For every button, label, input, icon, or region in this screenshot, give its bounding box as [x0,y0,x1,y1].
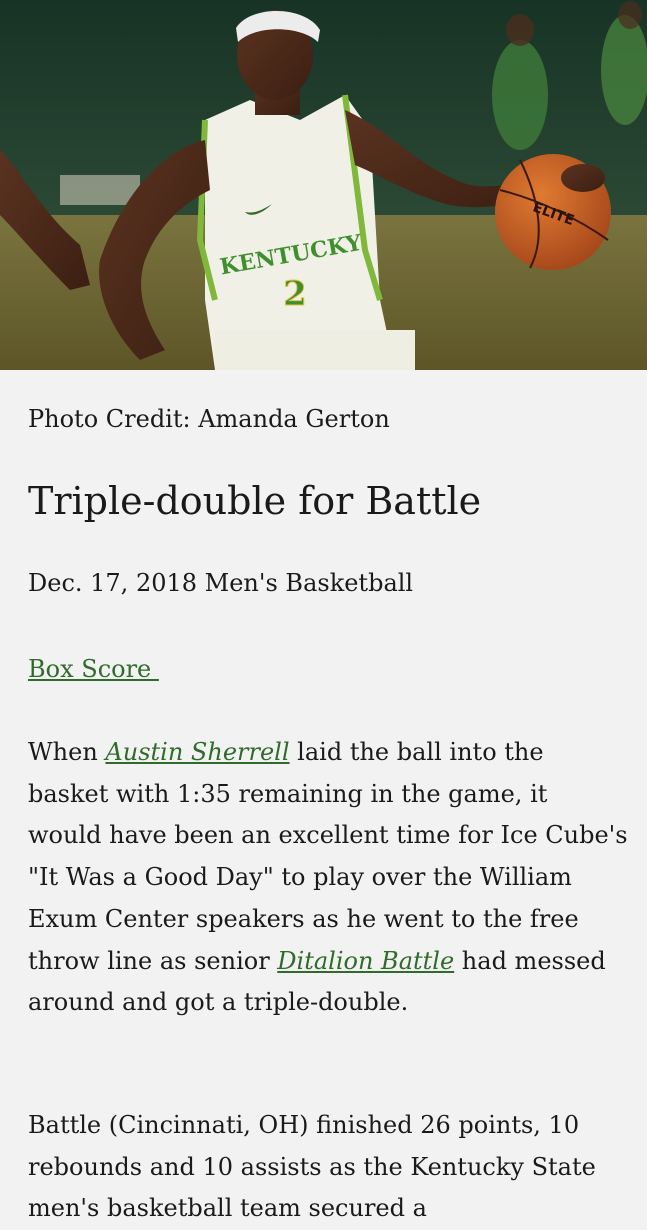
article-paragraph: When Austin Sherrell laid the ball into … [28,732,628,1024]
hero-photo: KENTUCKY 2 ELITE [0,0,647,370]
jersey-number: 2 [283,274,307,314]
basketball-player-image: KENTUCKY 2 ELITE [0,0,647,370]
article-paragraph: Battle (Cincinnati, OH) finished 26 poin… [28,1111,596,1223]
article-title: Triple-double for Battle [28,479,482,523]
paragraph-text: laid the ball into the basket with 1:35 … [28,738,628,975]
player-link-ditalion-battle[interactable]: Ditalion Battle [277,947,454,975]
article-meta: Dec. 17, 2018 Men's Basketball [28,569,414,597]
player-link-austin-sherrell[interactable]: Austin Sherrell [105,738,289,766]
paragraph-text: When [28,738,106,766]
photo-credit: Photo Credit: Amanda Gerton [28,405,390,433]
box-score-link[interactable]: Box Score [28,654,159,684]
